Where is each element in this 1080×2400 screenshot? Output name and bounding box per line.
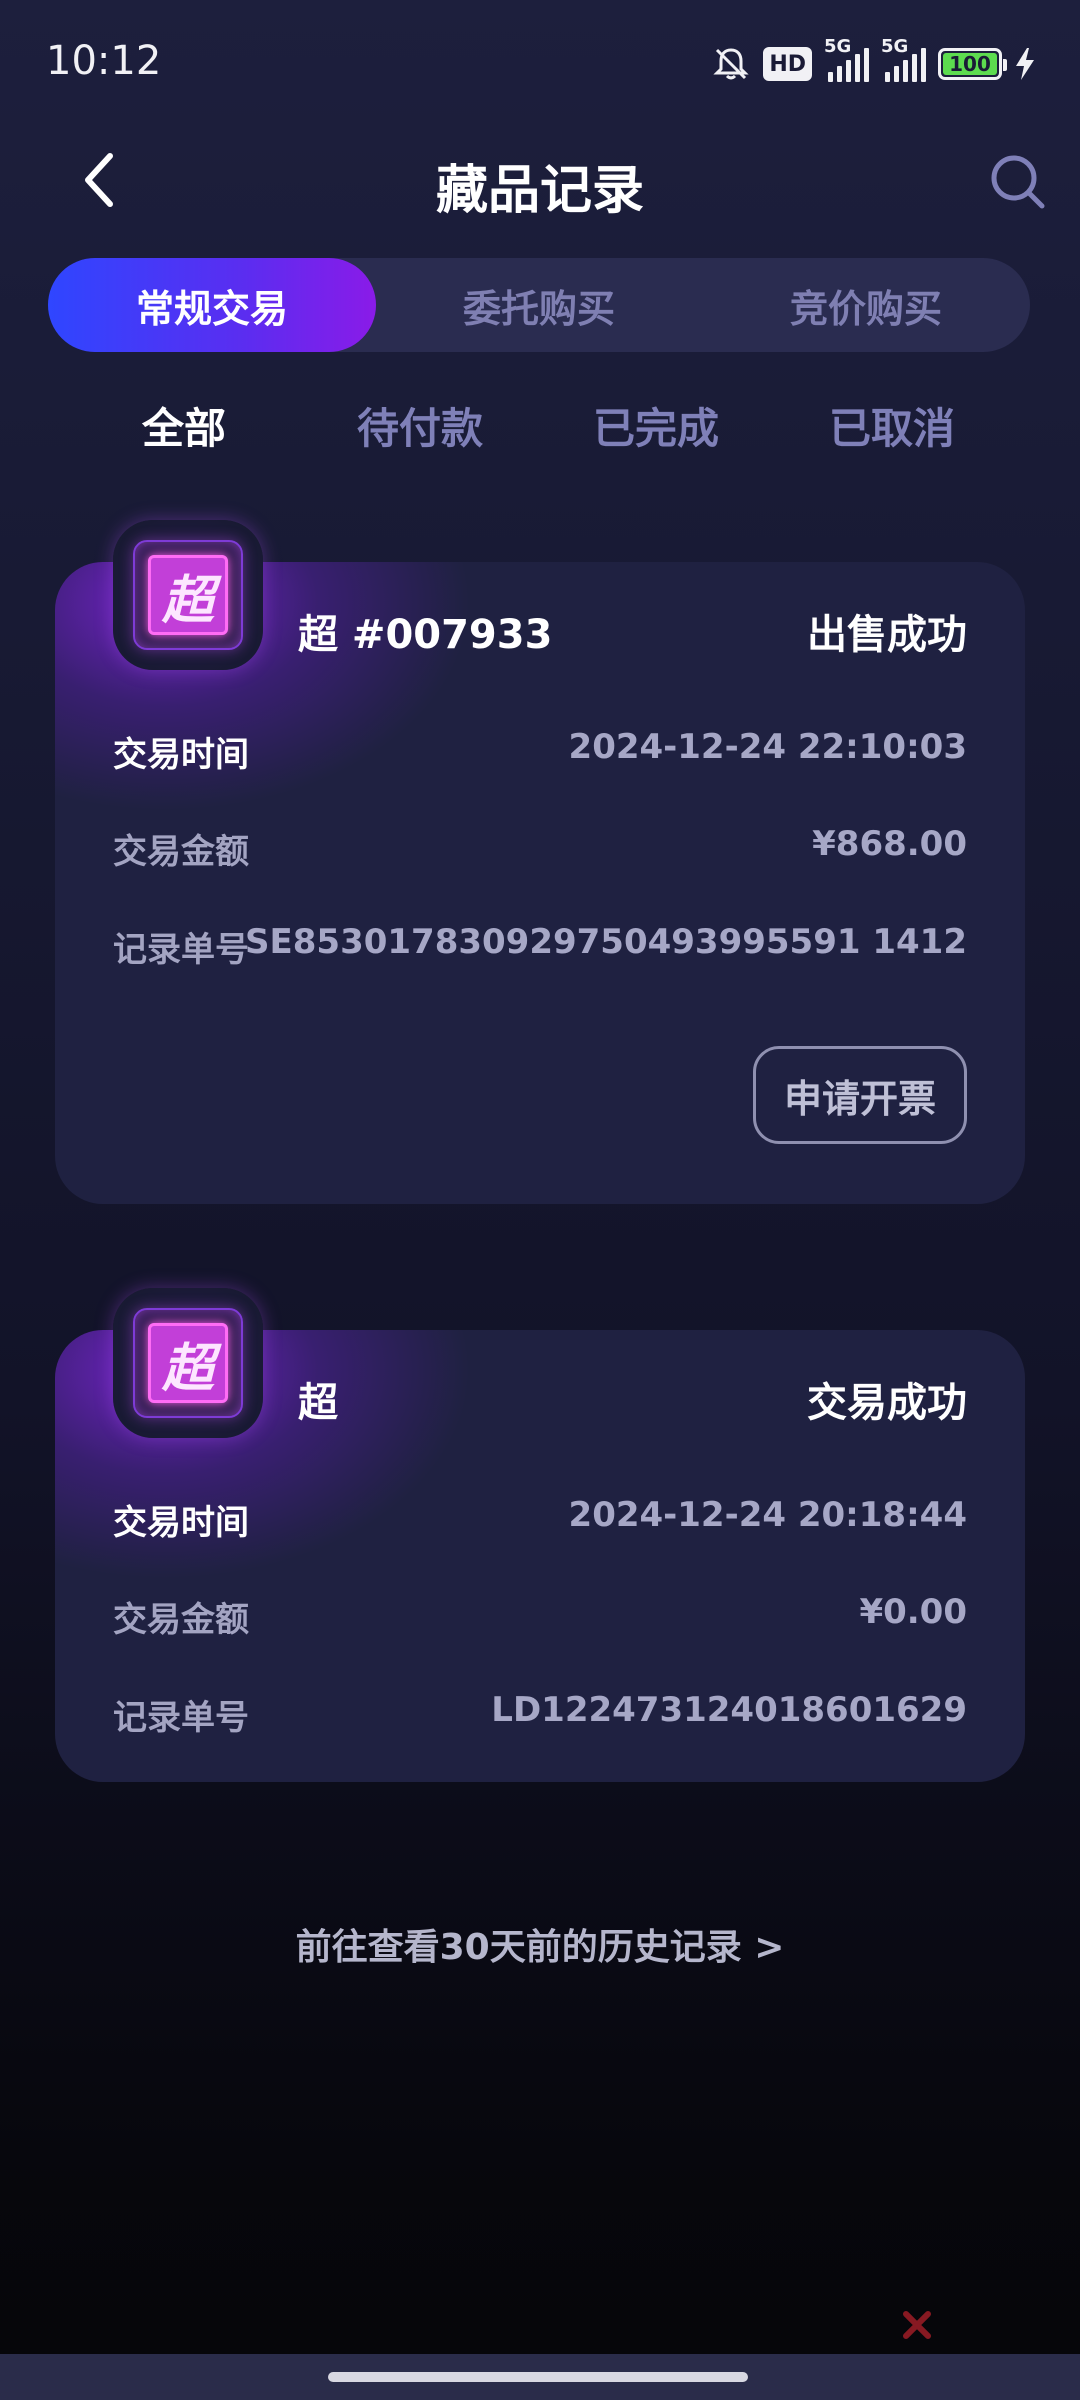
filter-completed[interactable]: 已完成 [556,395,756,456]
trade-amount-label: 交易金额 [113,1600,249,1640]
collectible-thumbnail: 超 [113,1288,263,1438]
signal-label: 5G [881,36,909,57]
trade-time-label: 交易时间 [113,1503,249,1543]
page-title: 藏品记录 [435,161,644,221]
trade-amount-label: 交易金额 [113,832,249,872]
signal-icon: 5G [881,36,926,82]
trade-time-value: 2024-12-24 20:18:44 [568,1495,967,1535]
collectible-glyph: 超 [148,1323,228,1403]
signal-label: 5G [824,36,852,57]
bell-muted-icon [711,44,751,84]
search-button[interactable] [986,150,1050,214]
trade-time-label: 交易时间 [113,735,249,775]
status-icons: HD 5G 5G 100 [711,36,1036,88]
trade-status: 交易成功 [807,1380,967,1426]
filter-cancelled[interactable]: 已取消 [792,395,992,456]
trade-type-tabs: 常规交易 委托购买 竞价购买 [48,258,1030,352]
watermark-icon [903,2311,931,2339]
trade-amount-value: ¥0.00 [859,1592,967,1632]
filter-all[interactable]: 全部 [84,395,284,456]
charging-icon [1014,46,1036,82]
record-card[interactable]: 超 超 交易成功 交易时间 2024-12-24 20:18:44 交易金额 ¥… [55,1288,1025,1782]
battery-icon: 100 [938,48,1007,80]
header: 藏品记录 [0,130,1080,230]
home-indicator[interactable] [328,2372,748,2382]
watermark-logo [902,2310,932,2340]
collectible-name: 超 [298,1380,338,1426]
search-icon [991,155,1045,209]
tab-regular-trade[interactable]: 常规交易 [48,258,376,352]
order-number-value: SE853017830929750493995591 1412 [245,922,967,962]
record-card[interactable]: 超 超 #007933 出售成功 交易时间 2024-12-24 22:10:0… [55,520,1025,1204]
collectible-thumbnail: 超 [113,520,263,670]
order-number-label: 记录单号 [113,1698,249,1738]
filter-pending-payment[interactable]: 待付款 [320,395,520,456]
trade-time-value: 2024-12-24 22:10:03 [568,727,967,767]
status-time: 10:12 [46,38,162,84]
collectible-name: 超 #007933 [298,612,553,658]
order-number-value: LD122473124018601629 [491,1690,967,1730]
signal-icon: 5G [824,36,869,82]
tab-bidding-purchase[interactable]: 竞价购买 [702,258,1030,352]
tab-entrusted-purchase[interactable]: 委托购买 [375,258,703,352]
status-bar: 10:12 HD 5G 5G 100 [0,0,1080,120]
trade-amount-value: ¥868.00 [812,824,967,864]
request-invoice-button[interactable]: 申请开票 [753,1046,967,1144]
battery-level: 100 [943,52,997,76]
history-records-link[interactable]: 前往查看30天前的历史记录 > [0,1918,1080,1970]
order-number-label: 记录单号 [113,930,249,970]
hd-badge: HD [763,47,812,81]
collectible-glyph: 超 [148,555,228,635]
trade-status: 出售成功 [807,612,967,658]
